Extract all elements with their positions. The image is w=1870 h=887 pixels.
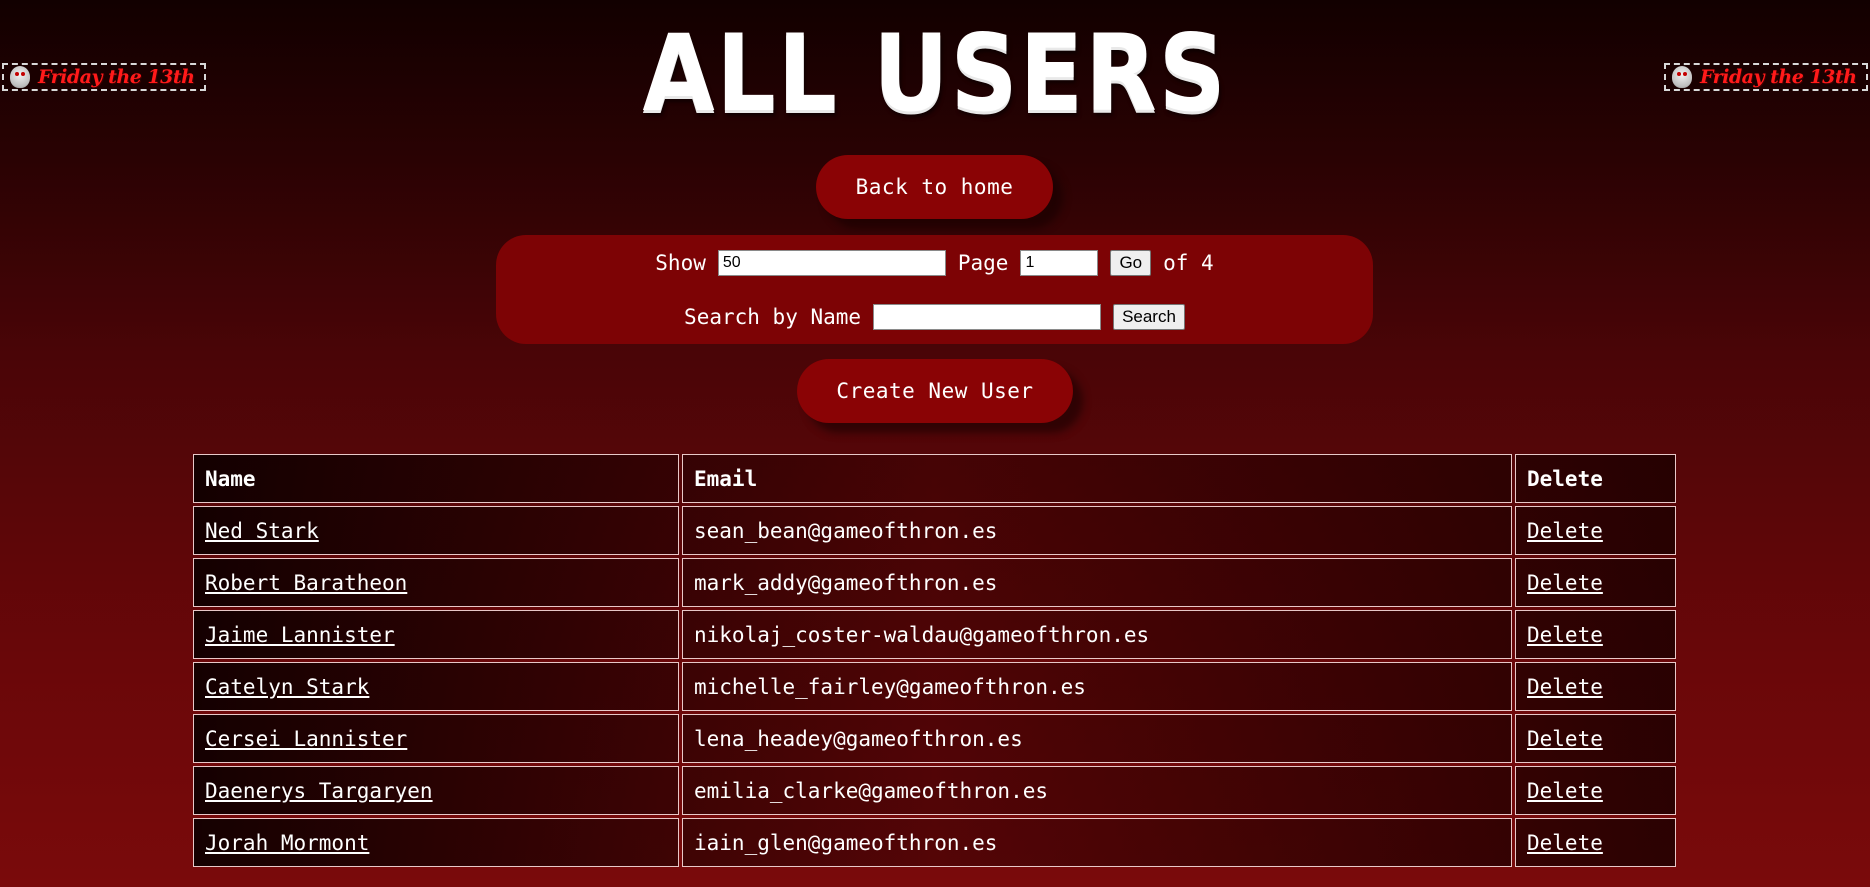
user-name-link[interactable]: Daenerys Targaryen: [205, 779, 433, 803]
delete-link[interactable]: Delete: [1527, 623, 1603, 647]
delete-link[interactable]: Delete: [1527, 675, 1603, 699]
create-new-user-button[interactable]: Create New User: [797, 359, 1073, 423]
name-cell: Catelyn Stark: [193, 662, 679, 711]
hockey-mask-icon: [10, 66, 30, 88]
delete-cell: Delete: [1515, 818, 1676, 867]
delete-cell: Delete: [1515, 766, 1676, 815]
page-label: Page: [957, 251, 1009, 275]
name-cell: Jaime Lannister: [193, 610, 679, 659]
email-cell: mark_addy@gameofthron.es: [682, 558, 1512, 607]
header-delete: Delete: [1515, 454, 1676, 503]
name-cell: Cersei Lannister: [193, 714, 679, 763]
back-to-home-button[interactable]: Back to home: [816, 155, 1053, 219]
table-row: Catelyn Stark michelle_fairley@gameofthro…: [193, 662, 1676, 711]
show-count-input[interactable]: [717, 250, 946, 276]
delete-cell: Delete: [1515, 714, 1676, 763]
delete-link[interactable]: Delete: [1527, 571, 1603, 595]
delete-cell: Delete: [1515, 610, 1676, 659]
table-header-row: Name Email Delete: [193, 454, 1676, 503]
name-cell: Robert Baratheon: [193, 558, 679, 607]
table-row: Jorah Mormont iain_glen@gameofthron.es Del…: [193, 818, 1676, 867]
delete-link[interactable]: Delete: [1527, 519, 1603, 543]
name-cell: Ned Stark: [193, 506, 679, 555]
delete-cell: Delete: [1515, 506, 1676, 555]
header-email: Email: [682, 454, 1512, 503]
search-row: Search by Name Search: [496, 303, 1373, 331]
user-name-link[interactable]: Catelyn Stark: [205, 675, 369, 699]
users-table: Name Email Delete Ned Stark sean_bean@gam…: [190, 451, 1679, 870]
pagination-row: Show Page Go of 4: [496, 249, 1373, 277]
user-name-link[interactable]: Robert Baratheon: [205, 571, 407, 595]
page-title: All Users: [642, 12, 1228, 135]
name-cell: Jorah Mormont: [193, 818, 679, 867]
user-name-link[interactable]: Jaime Lannister: [205, 623, 395, 647]
header-name: Name: [193, 454, 679, 503]
search-label: Search by Name: [684, 305, 862, 329]
delete-cell: Delete: [1515, 662, 1676, 711]
page-total-label: of 4: [1163, 251, 1214, 275]
table-row: Cersei Lannister lena_headey@gameofthron.…: [193, 714, 1676, 763]
search-input[interactable]: [873, 304, 1102, 330]
user-name-link[interactable]: Ned Stark: [205, 519, 319, 543]
delete-link[interactable]: Delete: [1527, 727, 1603, 751]
go-button[interactable]: Go: [1110, 250, 1152, 276]
page-number-input[interactable]: [1020, 250, 1099, 276]
user-name-link[interactable]: Cersei Lannister: [205, 727, 407, 751]
delete-link[interactable]: Delete: [1527, 831, 1603, 855]
controls-panel: Show Page Go of 4 Search by Name Search: [496, 235, 1373, 344]
name-cell: Daenerys Targaryen: [193, 766, 679, 815]
email-cell: emilia_clarke@gameofthron.es: [682, 766, 1512, 815]
email-cell: michelle_fairley@gameofthron.es: [682, 662, 1512, 711]
email-cell: iain_glen@gameofthron.es: [682, 818, 1512, 867]
email-cell: nikolaj_coster-waldau@gameofthron.es: [682, 610, 1512, 659]
table-row: Jaime Lannister nikolaj_coster-waldau@gam…: [193, 610, 1676, 659]
table-row: Ned Stark sean_bean@gameofthron.es Delete: [193, 506, 1676, 555]
user-name-link[interactable]: Jorah Mormont: [205, 831, 369, 855]
show-label: Show: [655, 251, 706, 275]
email-cell: sean_bean@gameofthron.es: [682, 506, 1512, 555]
delete-link[interactable]: Delete: [1527, 779, 1603, 803]
delete-cell: Delete: [1515, 558, 1676, 607]
table-row: Robert Baratheon mark_addy@gameofthron.es…: [193, 558, 1676, 607]
search-button[interactable]: Search: [1113, 304, 1185, 330]
table-row: Daenerys Targaryen emilia_clarke@gameofth…: [193, 766, 1676, 815]
email-cell: lena_headey@gameofthron.es: [682, 714, 1512, 763]
